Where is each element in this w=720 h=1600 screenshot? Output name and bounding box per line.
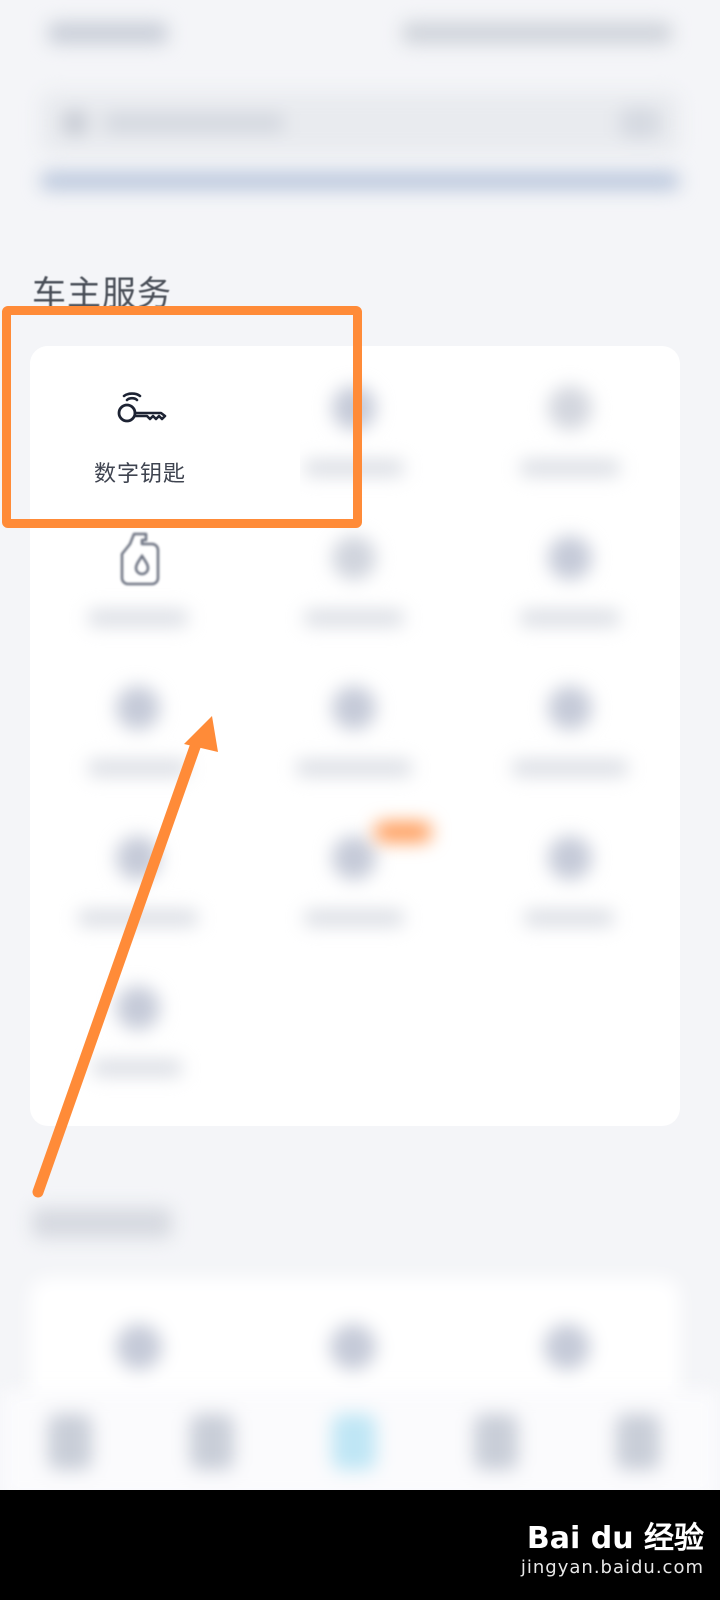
service-tile[interactable] [30,806,246,956]
status-time [48,22,168,44]
service-tile[interactable] [462,356,678,506]
search-bar[interactable] [40,92,680,154]
service-icon [548,686,592,730]
highlight-box [2,306,362,528]
service-label [524,910,614,926]
service-tile[interactable] [246,656,462,806]
service-label [520,610,620,626]
service-label [88,610,188,626]
service-tile[interactable] [462,656,678,806]
tab-profile-icon[interactable] [616,1414,660,1470]
service-icon[interactable] [330,1324,376,1370]
baidu-jingyan-watermark: Bai du 经验 jingyan.baidu.com [521,1513,704,1578]
service-icon [332,536,376,580]
tab-service-icon[interactable] [474,1414,518,1470]
tab-car-icon[interactable] [190,1414,234,1470]
service-icon [116,986,160,1030]
service-label [512,760,628,776]
service-tile[interactable] [30,956,246,1106]
service-tile[interactable] [462,506,678,656]
status-bar [0,0,720,70]
service-label [296,760,412,776]
secondary-section-title [32,1208,172,1238]
service-icon [548,536,592,580]
tab-center-icon[interactable] [332,1414,376,1470]
search-placeholder [104,114,284,132]
service-label [304,910,404,926]
service-icon[interactable] [116,1324,162,1370]
watermark-url: jingyan.baidu.com [520,1557,704,1578]
service-label [92,1060,182,1076]
service-icon [548,836,592,880]
bottom-tab-bar [0,1390,720,1500]
service-label [88,760,188,776]
search-icon [62,110,88,136]
service-icon [332,836,376,880]
new-badge [374,822,432,842]
service-icon [332,686,376,730]
service-icon[interactable] [544,1324,590,1370]
service-icon [116,686,160,730]
service-tile[interactable] [30,656,246,806]
service-tile[interactable] [246,506,462,656]
service-icon [548,386,592,430]
banner-strip [40,172,680,190]
scan-icon[interactable] [620,108,660,138]
oil-bottle-icon [120,532,160,586]
tab-home-icon[interactable] [48,1414,92,1470]
service-icon [116,836,160,880]
service-label [520,460,620,476]
service-tile[interactable] [462,806,678,956]
status-icons [402,22,672,44]
service-label [304,610,404,626]
watermark-brand: Bai du 经验 [526,1521,704,1556]
service-label [78,910,198,926]
